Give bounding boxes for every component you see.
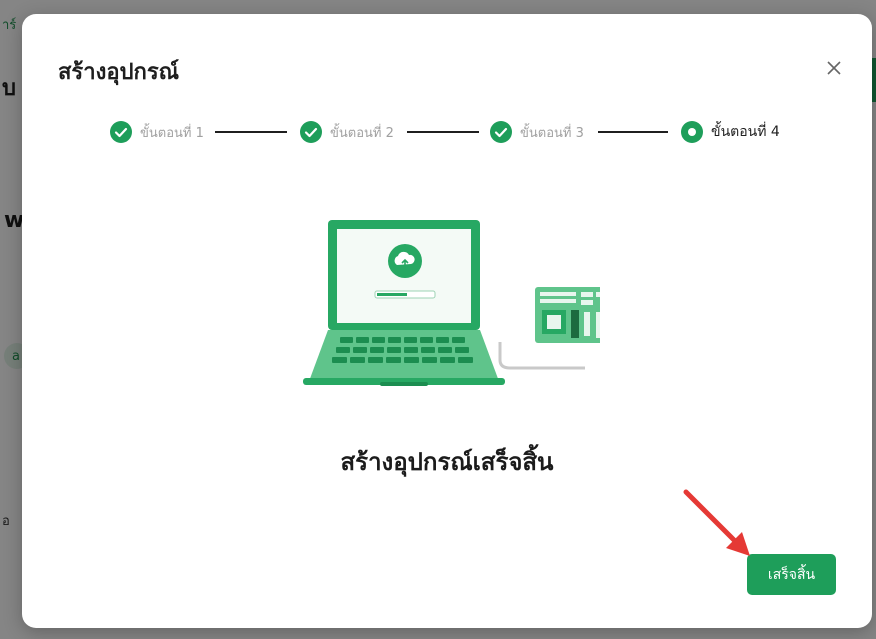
- check-circle-icon: [110, 121, 132, 143]
- step-connector: [598, 131, 668, 133]
- check-circle-icon: [300, 121, 322, 143]
- step-2: ขั้นตอนที่ 2: [300, 117, 394, 147]
- step-3: ขั้นตอนที่ 3: [490, 117, 584, 147]
- step-label: ขั้นตอนที่ 2: [330, 125, 394, 141]
- current-step-icon: [681, 121, 703, 143]
- check-circle-icon: [490, 121, 512, 143]
- close-icon: [827, 61, 841, 75]
- modal-title: สร้างอุปกรณ์: [58, 60, 180, 85]
- close-button[interactable]: [822, 56, 846, 80]
- step-4: ขั้นตอนที่ 4: [681, 117, 780, 147]
- finish-button[interactable]: เสร็จสิ้น: [747, 554, 836, 595]
- step-connector: [215, 131, 287, 133]
- step-label: ขั้นตอนที่ 1: [140, 125, 204, 141]
- step-connector: [407, 131, 479, 133]
- step-label: ขั้นตอนที่ 4: [711, 124, 780, 140]
- create-device-modal: สร้างอุปกรณ์ ขั้นตอนที่ 1 ขั้นตอนที่ 2 ข…: [22, 14, 872, 628]
- success-message: สร้างอุปกรณ์เสร็จสิ้น: [340, 448, 554, 476]
- laptop-device-illustration: [303, 220, 600, 386]
- step-label: ขั้นตอนที่ 3: [520, 125, 584, 141]
- step-1: ขั้นตอนที่ 1: [110, 117, 204, 147]
- stepper: ขั้นตอนที่ 1 ขั้นตอนที่ 2 ขั้นตอนที่ 3 ข…: [22, 117, 872, 147]
